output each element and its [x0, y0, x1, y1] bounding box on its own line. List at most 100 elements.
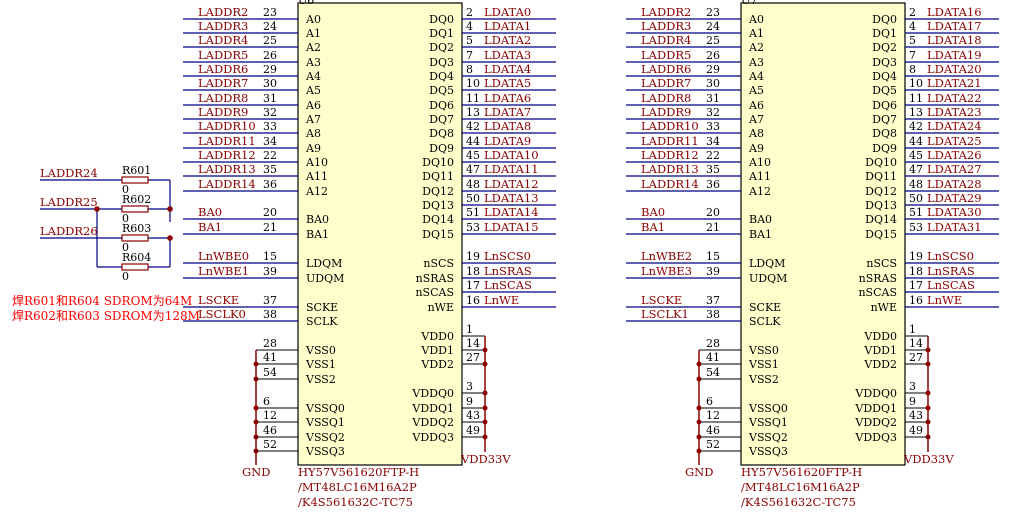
pin-name: DQ8 [429, 127, 454, 140]
pin-name: VDDQ3 [411, 431, 454, 444]
net-label: LADDR8 [198, 91, 248, 105]
net-label: LADDR3 [641, 19, 691, 33]
net-label: LnWBE0 [198, 249, 249, 263]
net-label: LnSRAS [927, 264, 975, 278]
pin-name: A4 [305, 70, 321, 83]
net-label: LADDR5 [198, 48, 248, 62]
pin-name: VDDQ2 [854, 416, 897, 429]
pin-number: 44 [909, 135, 923, 148]
pin-name: BA0 [749, 213, 772, 226]
pin-number: 21 [706, 221, 720, 234]
pin-number: 20 [706, 206, 720, 219]
net-label: LDATA31 [927, 220, 982, 234]
net-label: LDATA24 [927, 119, 982, 133]
pin-number: 27 [909, 351, 923, 364]
pin-number: 8 [466, 63, 473, 76]
pin-number: 28 [706, 337, 720, 350]
pin-name: VDD2 [420, 358, 454, 371]
net-label: LADDR11 [641, 134, 699, 148]
pin-number: 26 [706, 49, 720, 62]
net-label: LnSCS0 [927, 249, 974, 263]
net-label: LSCKE [641, 293, 682, 307]
net-label: LADDR9 [198, 105, 248, 119]
pin-number: 45 [909, 149, 923, 162]
pin-number: 50 [909, 192, 923, 205]
net-label: LSCKE [198, 293, 239, 307]
net-label: LDATA0 [484, 5, 531, 19]
net-label: LADDR8 [641, 91, 691, 105]
pin-name: DQ3 [872, 56, 897, 69]
pin-number: 16 [909, 294, 923, 307]
net-label: LADDR2 [198, 5, 248, 19]
pin-name: BA0 [306, 213, 329, 226]
pin-name: A5 [305, 84, 321, 97]
pin-name: BA1 [306, 228, 329, 241]
pin-number: 4 [466, 20, 473, 33]
pin-number: 7 [909, 49, 916, 62]
pin-number: 51 [909, 206, 923, 219]
net-label: LnSCAS [927, 278, 975, 292]
pin-name: A6 [305, 99, 321, 112]
pin-number: 39 [263, 265, 277, 278]
pin-number: 41 [706, 351, 720, 364]
pin-number: 32 [706, 106, 720, 119]
pin-name: DQ14 [865, 213, 897, 226]
pin-number: 31 [706, 92, 720, 105]
pin-number: 34 [706, 135, 720, 148]
pin-name: VSSQ3 [748, 445, 788, 458]
pin-name: A3 [748, 56, 764, 69]
pin-name: DQ11 [865, 170, 897, 183]
pin-number: 49 [909, 424, 923, 437]
part-number: /K4S561632C-TC75 [298, 495, 413, 509]
pin-number: 37 [706, 294, 720, 307]
net-label: LnWBE3 [641, 264, 692, 278]
pin-number: 2 [909, 6, 916, 19]
part-number: /K4S561632C-TC75 [741, 495, 856, 509]
pin-number: 31 [263, 92, 277, 105]
pin-number: 35 [706, 163, 720, 176]
pin-name: VDD0 [420, 330, 454, 343]
net-label: BA1 [198, 220, 222, 234]
pin-name: A9 [305, 142, 321, 155]
pin-number: 5 [909, 34, 916, 47]
pin-number: 28 [263, 337, 277, 350]
pin-name: A8 [305, 127, 321, 140]
pin-number: 18 [466, 265, 480, 278]
chip-u7: U7LADDR2 23A0LADDR3 24A1LADDR4 25A2LADDR5 26… [626, 0, 999, 509]
pin-name: DQ15 [422, 228, 454, 241]
pin-name: A12 [305, 185, 328, 198]
net-label: LADDR14 [641, 177, 699, 191]
net-label: LDATA28 [927, 177, 982, 191]
pin-name: nSRAS [416, 272, 454, 285]
pin-name: VSS2 [305, 373, 336, 386]
pin-number: 8 [909, 63, 916, 76]
pin-name: VSSQ1 [305, 416, 345, 429]
pin-number: 14 [909, 337, 923, 350]
strap-net-label: LADDR24 [40, 166, 98, 180]
pin-name: DQ5 [429, 84, 454, 97]
pin-name: A11 [748, 170, 771, 183]
pin-name: DQ9 [429, 142, 454, 155]
pin-number: 17 [909, 279, 923, 292]
pin-number: 23 [263, 6, 277, 19]
net-label: BA0 [641, 205, 665, 219]
pin-number: 24 [706, 20, 720, 33]
net-label: LDATA2 [484, 33, 531, 47]
net-label: LDATA15 [484, 220, 539, 234]
pin-number: 29 [263, 63, 277, 76]
pin-number: 9 [909, 395, 916, 408]
net-label: LADDR13 [198, 162, 256, 176]
net-label: LDATA10 [484, 148, 539, 162]
pin-name: VDD1 [420, 344, 454, 357]
pin-name: DQ8 [872, 127, 897, 140]
pin-name: VSSQ0 [305, 402, 345, 415]
pin-name: A3 [305, 56, 321, 69]
pin-number: 12 [263, 409, 277, 422]
pin-name: SCLK [306, 315, 338, 328]
pin-name: DQ11 [422, 170, 454, 183]
pin-number: 29 [706, 63, 720, 76]
net-label: LADDR14 [198, 177, 256, 191]
pin-number: 6 [263, 395, 270, 408]
net-label: LDATA13 [484, 191, 539, 205]
pin-name: A0 [305, 13, 321, 26]
